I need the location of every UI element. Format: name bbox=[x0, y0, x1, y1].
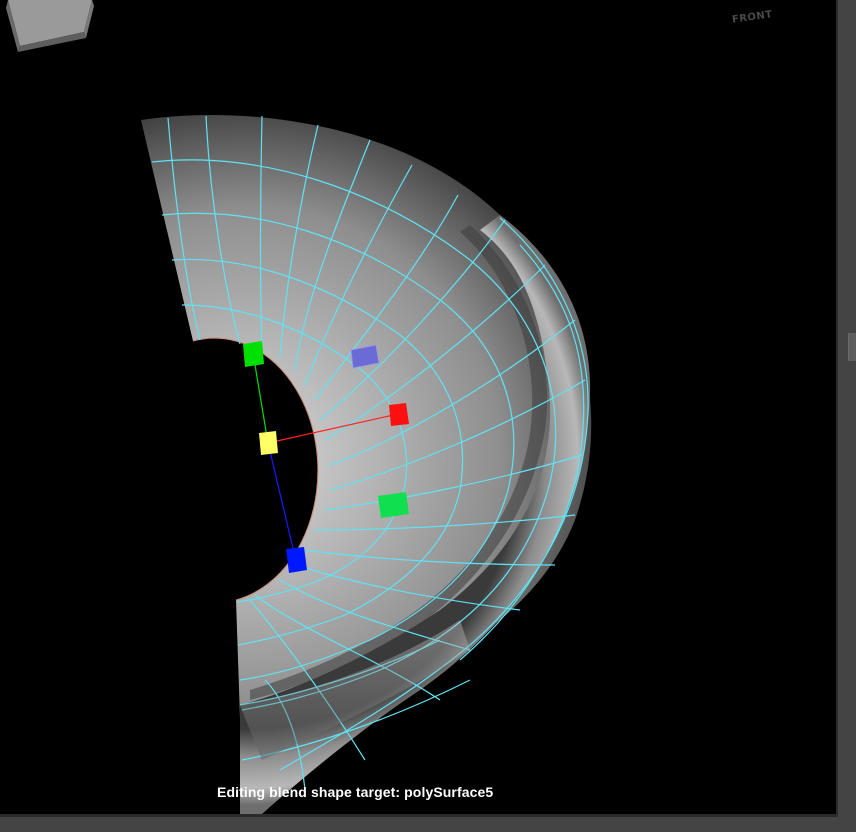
3d-viewport[interactable]: FRONT Editing blend shape target: polySu… bbox=[0, 0, 836, 814]
viewport-bottom-frame bbox=[0, 814, 856, 832]
view-cube-icon[interactable] bbox=[0, 0, 100, 60]
mesh-surface[interactable] bbox=[141, 114, 592, 719]
manipulator-center-handle[interactable] bbox=[259, 431, 278, 455]
manipulator-z-axis[interactable] bbox=[267, 442, 297, 562]
maya-viewport-window: FRONT Editing blend shape target: polySu… bbox=[0, 0, 856, 832]
manipulator-xz-plane-handle[interactable] bbox=[378, 492, 409, 518]
right-frame-border bbox=[836, 0, 838, 814]
manipulator-y-handle[interactable] bbox=[243, 341, 264, 367]
manipulator-y-axis[interactable] bbox=[252, 352, 269, 444]
bottom-frame-border bbox=[0, 814, 838, 817]
viewport-right-frame bbox=[836, 0, 856, 832]
panel-splitter-handle[interactable] bbox=[848, 333, 856, 361]
blend-shape-status-message: Editing blend shape target: polySurface5 bbox=[217, 784, 494, 800]
manipulator-z-handle[interactable] bbox=[286, 547, 307, 573]
manipulator-x-handle[interactable] bbox=[389, 403, 409, 426]
scene-canvas[interactable] bbox=[0, 0, 836, 814]
